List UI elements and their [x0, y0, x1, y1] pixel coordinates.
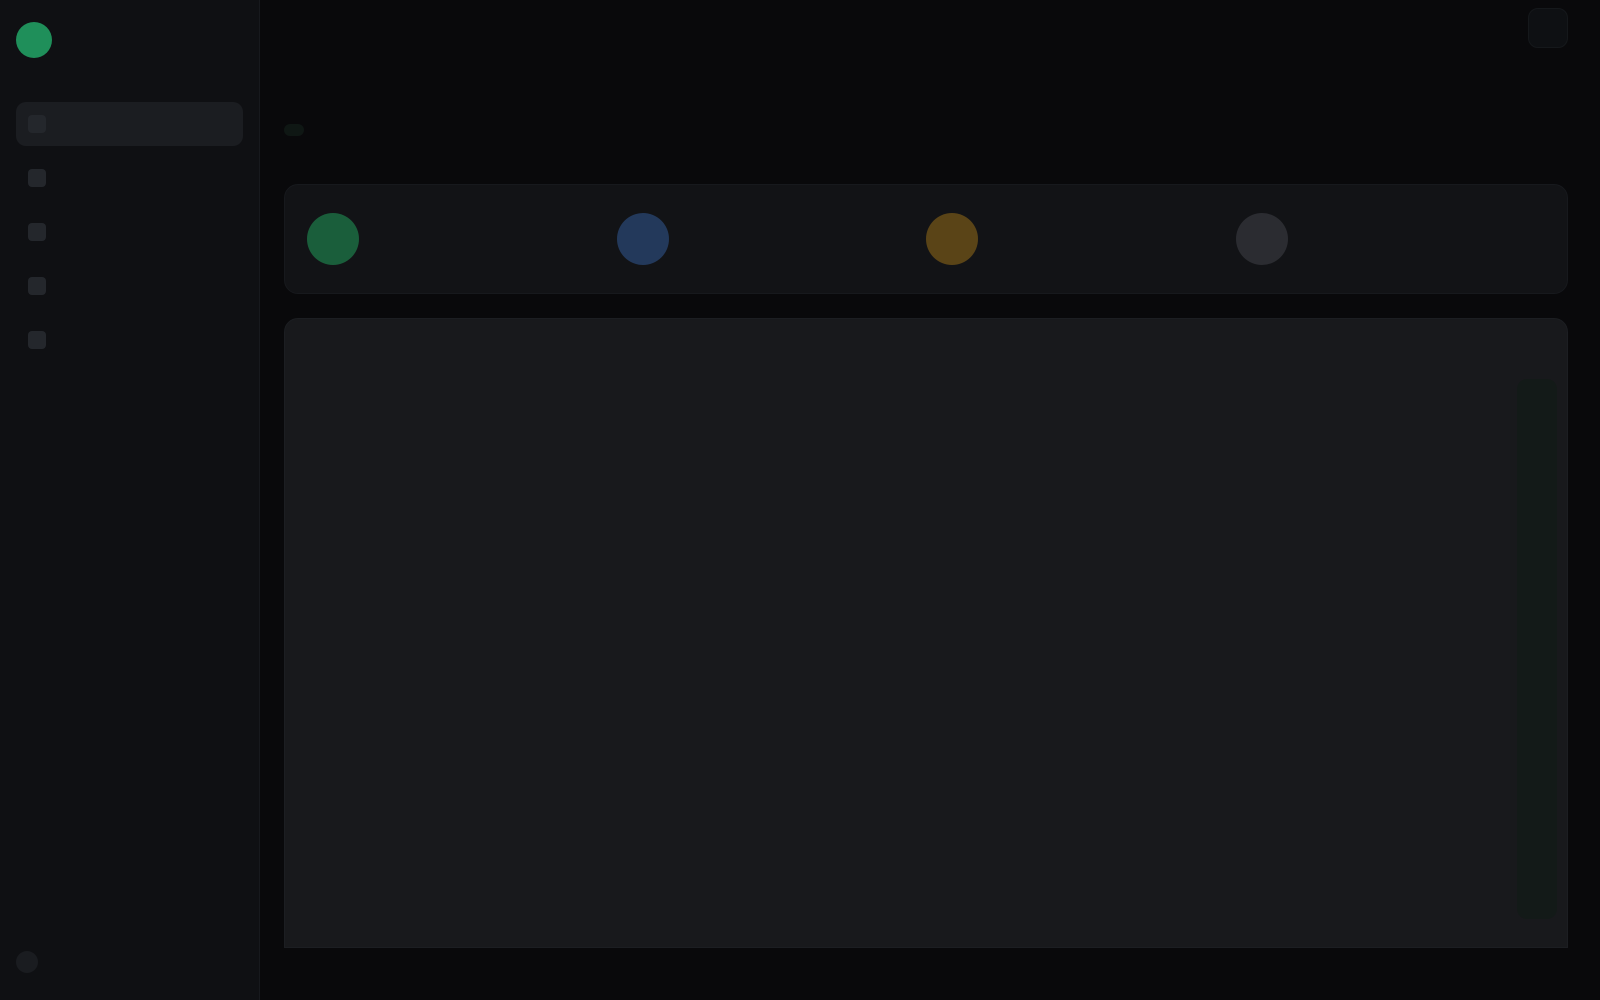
stat-card-3[interactable] — [926, 185, 1236, 293]
list-item[interactable] — [317, 523, 1535, 549]
sidebar-nav — [16, 102, 243, 362]
nav-icon — [28, 169, 46, 187]
tab-3[interactable] — [384, 124, 404, 136]
vertical-scrollbar[interactable] — [1517, 379, 1557, 919]
settings-list — [317, 391, 1535, 879]
topbar — [284, 0, 1568, 56]
sidebar — [0, 0, 260, 1000]
stat-icon — [307, 213, 359, 265]
stat-icon — [1235, 213, 1288, 265]
stats-row — [284, 184, 1568, 294]
panel-header — [317, 339, 1535, 355]
list-item[interactable] — [317, 589, 1535, 615]
list-item[interactable] — [317, 457, 1535, 483]
stat-card-4[interactable] — [1235, 185, 1546, 293]
sidebar-item-1[interactable] — [16, 102, 243, 146]
stat-icon — [926, 213, 978, 265]
tab-2[interactable] — [334, 124, 354, 136]
app-window — [0, 0, 1600, 1000]
list-item[interactable] — [317, 655, 1535, 681]
main-content — [260, 0, 1600, 1000]
stat-icon — [616, 213, 669, 265]
settings-panel — [284, 318, 1568, 948]
tab-bar — [284, 112, 1568, 148]
sidebar-item-2[interactable] — [16, 156, 243, 200]
stat-card-1[interactable] — [307, 185, 617, 293]
nav-icon — [28, 115, 46, 133]
topbar-action-button[interactable] — [1528, 8, 1568, 48]
brand[interactable] — [16, 18, 243, 62]
nav-icon — [28, 331, 46, 349]
sidebar-item-3[interactable] — [16, 210, 243, 254]
page-header — [284, 76, 1568, 82]
avatar-icon — [16, 951, 38, 973]
stat-card-2[interactable] — [616, 185, 927, 293]
list-item[interactable] — [317, 391, 1535, 417]
sidebar-item-4[interactable] — [16, 264, 243, 308]
sidebar-footer[interactable] — [16, 942, 243, 982]
tab-1[interactable] — [284, 124, 304, 136]
list-item[interactable] — [317, 787, 1535, 813]
list-item[interactable] — [317, 853, 1535, 879]
nav-icon — [28, 277, 46, 295]
sidebar-item-5[interactable] — [16, 318, 243, 362]
list-item[interactable] — [317, 721, 1535, 747]
brand-logo-icon — [16, 22, 52, 58]
nav-icon — [28, 223, 46, 241]
